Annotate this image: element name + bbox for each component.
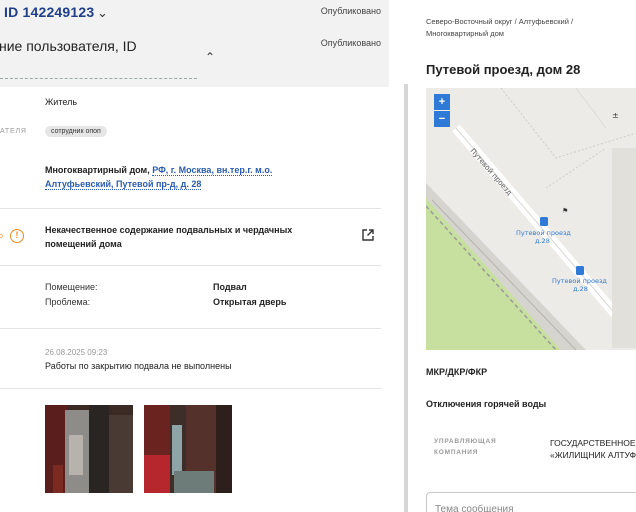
complaint-header: ID 142249123 ⌄ Опубликовано ние пользова… [0, 0, 389, 87]
management-company-value[interactable]: ГОСУДАРСТВЕННОЕ «ЖИЛИЩНИК АЛТУФ [550, 437, 636, 461]
complaint-panel: ID 142249123 ⌄ Опубликовано ние пользова… [0, 0, 389, 512]
bus-stop-icon [540, 217, 548, 226]
detail-value-room: Подвал [213, 282, 247, 292]
svg-text:±: ± [612, 111, 619, 120]
answer-text: Работы по закрытию подвала не выполнены [45, 361, 232, 371]
divider [0, 208, 381, 209]
object-address: Многоквартирный дом, РФ, г. Москва, вн.т… [45, 163, 285, 191]
photo-thumbnail-2[interactable] [144, 405, 232, 493]
status-top: Опубликовано [320, 6, 381, 16]
management-company-value-line: ГОСУДАРСТВЕННОЕ [550, 438, 636, 448]
object-title: Путевой проезд, дом 28 [426, 62, 581, 77]
map-canvas: ± ⚑ Путевой проезд Путевой проезд д.28 П… [426, 88, 636, 350]
object-panel: Северо-Восточный округ / Алтуфьевский / … [414, 0, 636, 512]
breadcrumb: Северо-Восточный округ / Алтуфьевский / … [426, 17, 574, 38]
detail-value-problem: Открытая дверь [213, 297, 287, 307]
photo-thumbnail-1[interactable] [45, 405, 133, 493]
repair-type-label: МКР/ДКР/ФКР [426, 367, 488, 377]
message-subject-placeholder: Тема сообщения [435, 504, 514, 512]
problem-title: Некачественное содержание подвальных и ч… [45, 225, 293, 249]
map-poi-label: д.28 [573, 285, 588, 293]
problem-category-label: о [0, 233, 3, 240]
role-badge: сотрудник опоп [45, 126, 107, 137]
warning-icon: ! [10, 229, 24, 243]
map-poi-label: д.28 [535, 237, 550, 245]
divider [0, 388, 381, 389]
detail-key-problem: Проблема: [45, 297, 91, 307]
map-poi-label: Путевой проезд [552, 277, 607, 285]
role-label: АТЕЛЯ [0, 128, 27, 135]
management-company-label-line: КОМПАНИЯ [434, 449, 479, 456]
answer-date: 26.08.2025 09:23 [45, 348, 108, 357]
chevron-up-icon[interactable]: ⌃ [205, 50, 215, 64]
author-type: Житель [45, 97, 78, 107]
object-type: Многоквартирный дом, [45, 165, 153, 175]
management-company-label-line: УПРАВЛЯЮЩАЯ [434, 438, 497, 445]
divider [0, 328, 381, 329]
svg-text:⚑: ⚑ [562, 207, 568, 215]
map-poi-label: Путевой проезд [516, 229, 571, 237]
external-link-icon[interactable] [361, 228, 375, 242]
zoom-in-button[interactable]: + [434, 94, 450, 110]
status-second: Опубликовано [320, 38, 381, 48]
management-company-value-line: «ЖИЛИЩНИК АЛТУФ [550, 450, 636, 460]
panel-scrollbar[interactable] [404, 84, 408, 512]
user-message-title: ние пользователя, ID [0, 38, 137, 54]
message-subject-input[interactable]: Тема сообщения [426, 492, 636, 512]
management-company-label: УПРАВЛЯЮЩАЯ КОМПАНИЯ [434, 436, 496, 458]
detail-key-room: Помещение: [45, 282, 98, 292]
hot-water-label: Отключения горячей воды [426, 399, 547, 409]
zoom-out-button[interactable]: − [434, 111, 450, 127]
chevron-down-icon[interactable]: ⌄ [97, 5, 108, 21]
divider [0, 265, 381, 266]
object-map[interactable]: ± ⚑ Путевой проезд Путевой проезд д.28 П… [426, 88, 636, 350]
bus-stop-icon [576, 266, 584, 275]
dashed-divider [0, 78, 197, 79]
complaint-id-title: ID 142249123 [4, 4, 95, 20]
